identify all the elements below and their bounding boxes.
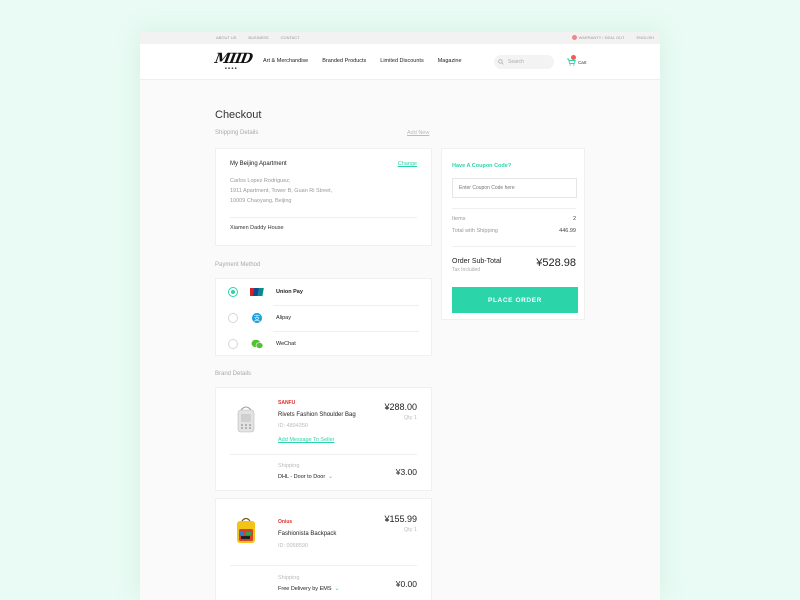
utility-links: ABOUT US BUSINESS CONTACT [216,35,300,40]
product-image-shoulder-bag [237,406,255,433]
shipping-details-label: Shipping Details [215,130,259,136]
payment-option-wechat[interactable]: WeChat [228,331,419,357]
wechat-icon [251,339,264,349]
summary-divider [452,208,576,209]
items-label: Items [452,216,466,222]
product-id: ID: 0058590 [278,543,308,549]
place-order-button[interactable]: PLACE ORDER [452,287,578,313]
shipping-method-select[interactable]: DHL - Door to Door ⌄ [278,473,333,480]
page-title: Checkout [215,109,262,121]
tax-note: Tax Included [452,267,481,273]
payment-label: Union Pay [276,289,303,295]
coupon-code-input[interactable] [452,178,577,198]
nav-menu: Art & Merchandise Branded Products Limit… [263,58,462,64]
address-title: My Beijing Apartment [230,161,287,167]
nav-magazine[interactable]: Magazine [438,58,462,64]
radio-unionpay[interactable] [228,287,238,297]
address-line-3: 10009 Chaoyang, Beijing [230,198,292,204]
payment-option-unionpay[interactable]: Union Pay [228,279,419,305]
chevron-down-icon: ⌄ [334,586,340,592]
alternate-address-item[interactable]: Xiamen Daddy House [230,225,284,231]
nav-art-merchandise[interactable]: Art & Merchandise [263,58,308,64]
product-divider [230,454,417,455]
warranty-icon [571,35,577,41]
brand-details-label: Brand Details [215,371,252,377]
product-card: SANFU Rivets Fashion Shoulder Bag ID: 48… [215,387,432,491]
search-placeholder: Search [508,59,524,65]
product-price: ¥155.99 [384,514,417,524]
shipping-price: ¥0.00 [395,579,417,589]
payment-option-alipay[interactable]: 支 Alipay [228,305,419,331]
payment-method-card: Union Pay 支 Alipay WeChat [215,278,432,356]
address-line-1: Carlos Lopez Rodriguez, [230,178,291,184]
subtotal-value: ¥528.98 [536,257,576,269]
product-image-backpack [237,517,255,543]
change-address-link[interactable]: Change [398,161,417,167]
items-value: 2 [572,216,576,222]
brand-logo[interactable]: MIID ■■■■ [213,51,254,74]
brand-logo-sanfu: SANFU [278,400,296,406]
add-message-to-seller-link[interactable]: Add Message To Seller [278,437,334,443]
product-price: ¥288.00 [384,402,417,412]
product-name[interactable]: Rivets Fashion Shoulder Bag [278,412,356,418]
cart-label: Cart [578,59,587,65]
business-link[interactable]: BUSINESS [248,35,268,40]
search-icon [498,59,504,65]
summary-divider [452,246,576,247]
main-navbar: MIID ■■■■ Art & Merchandise Branded Prod… [140,44,660,80]
alipay-icon: 支 [252,313,262,323]
payment-method-label: Payment Method [215,262,261,268]
radio-alipay[interactable] [228,313,238,323]
payment-label: WeChat [276,341,296,347]
address-line-2: 1911 Apartment, Tower B, Guan Ri Street, [230,188,333,194]
total-shipping-row: Total with Shipping 446.99 [452,228,576,234]
order-summary-card: Have A Coupon Code? Items 2 Total with S… [441,148,585,320]
product-divider [230,565,417,566]
nav-limited-discounts[interactable]: Limited Discounts [380,58,423,64]
add-new-address-link[interactable]: Add New [407,130,429,136]
product-name[interactable]: Fashionista Backpack [278,531,336,537]
chevron-down-icon: ⌄ [328,474,334,480]
product-qty: Qty 1 [403,527,417,533]
about-us-link[interactable]: ABOUT US [216,35,236,40]
utility-bar: ABOUT US BUSINESS CONTACT WARRANTY / DEA… [140,32,660,44]
logo-mark: MIID [213,51,254,67]
total-shipping-label: Total with Shipping [452,228,498,234]
shipping-method-select[interactable]: Free Delivery by EMS ⌄ [278,585,340,592]
address-divider [230,217,417,218]
shipping-method-value: Free Delivery by EMS [278,586,332,592]
radio-wechat[interactable] [228,339,238,349]
brand-logo-onius: Onius [278,519,293,525]
cart-count-badge [571,55,576,60]
shipping-address-card: My Beijing Apartment Change Carlos Lopez… [215,148,432,246]
warranty-label: WARRANTY / DEAL OUT [578,35,625,40]
shipping-label: Shipping [278,463,300,469]
payment-label: Alipay [276,315,291,321]
total-shipping-value: 446.99 [559,228,576,234]
warranty-link[interactable]: WARRANTY / DEAL OUT [571,35,625,41]
shipping-label: Shipping [278,575,300,581]
coupon-title: Have A Coupon Code? [452,163,512,169]
subtotal-label: Order Sub-Total [452,258,502,265]
product-card: Onius Fashionista Backpack ID: 0058590 ¥… [215,498,432,600]
language-selector[interactable]: ENGLISH [636,35,654,40]
address-lines: Carlos Lopez Rodriguez, 1911 Apartment, … [230,176,332,206]
nav-branded-products[interactable]: Branded Products [322,58,366,64]
svg-text:支: 支 [254,314,261,323]
product-qty: Qty 1 [403,415,417,421]
app-window: ABOUT US BUSINESS CONTACT WARRANTY / DEA… [140,32,660,600]
items-row: Items 2 [452,216,576,222]
shipping-price: ¥3.00 [395,467,417,477]
shipping-method-value: DHL - Door to Door [278,474,326,480]
unionpay-icon [250,288,264,296]
product-id: ID: 4894350 [278,423,308,429]
contact-link[interactable]: CONTACT [281,35,300,40]
cart-button[interactable]: Cart [567,55,587,66]
search-input[interactable]: Search [494,55,554,69]
utility-right: WARRANTY / DEAL OUT ENGLISH [571,35,654,41]
